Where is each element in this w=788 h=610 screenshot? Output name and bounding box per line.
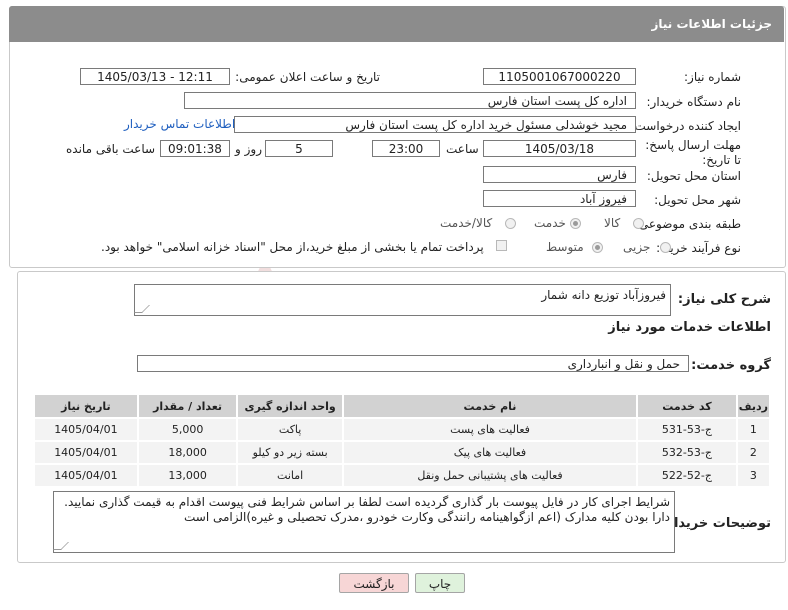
col-need-date: تاریخ نیاز <box>35 395 137 417</box>
service-group-label: گروه خدمت: <box>691 358 771 373</box>
category-option-goods: کالا <box>604 216 621 230</box>
announce-label: تاریخ و ساعت اعلان عمومی: <box>235 70 380 84</box>
table-row: 2 ج-53-532 فعالیت های پیک بسته زیر دو کی… <box>35 442 769 463</box>
category-radio-service[interactable] <box>570 218 581 229</box>
buyer-org-field: اداره کل پست استان فارس <box>184 92 636 109</box>
category-option-goods-service: کالا/خدمت <box>440 216 493 230</box>
buyer-org-label: نام دستگاه خریدار: <box>646 95 742 109</box>
cell-quantity: 13,000 <box>138 465 237 486</box>
category-option-service: خدمت <box>534 216 566 230</box>
announce-field: 1405/03/13 - 12:11 <box>80 68 230 85</box>
province-field: فارس <box>483 166 636 183</box>
deadline-date-field: 1405/03/18 <box>483 140 636 157</box>
province-label: استان محل تحویل: <box>646 169 741 183</box>
need-number-field: 1105001067000220 <box>483 68 636 85</box>
back-button[interactable]: بازگشت <box>339 573 409 593</box>
cell-unit: بسته زیر دو کیلو <box>238 442 342 463</box>
cell-service-code: ج-52-522 <box>638 465 736 486</box>
col-service-code: کد خدمت <box>638 395 736 417</box>
panel-title: جزئیات اطلاعات نیاز <box>651 17 772 31</box>
cell-unit: امانت <box>238 465 342 486</box>
col-service-name: نام خدمت <box>343 395 637 417</box>
services-section-title: اطلاعات خدمات مورد نیاز <box>608 320 771 335</box>
service-group-field: حمل و نقل و انبارداری <box>137 355 689 372</box>
print-button[interactable]: چاپ <box>415 573 465 593</box>
services-table: ردیف کد خدمت نام خدمت واحد اندازه گیری ت… <box>33 393 771 488</box>
category-label: طبقه بندی موضوعی: <box>634 217 741 231</box>
treasury-payment-checkbox[interactable] <box>496 240 507 251</box>
process-option-medium: متوسط <box>546 240 584 254</box>
remaining-label: ساعت باقی مانده <box>66 142 156 156</box>
city-field: فیروز آباد <box>483 190 636 207</box>
process-radio-medium[interactable] <box>592 242 603 253</box>
need-number-label: شماره نیاز: <box>684 70 741 84</box>
col-row-number: ردیف <box>737 395 769 417</box>
creator-field: مجید خوشدلی مسئول خرید اداره کل پست استا… <box>234 116 636 133</box>
cell-service-name: فعالیت های پیک <box>343 442 637 463</box>
treasury-payment-note: پرداخت تمام یا بخشی از مبلغ خرید،از محل … <box>101 240 484 254</box>
cell-service-name: فعالیت های پشتیبانی حمل ونقل <box>343 465 637 486</box>
city-label: شهر محل تحویل: <box>654 193 741 207</box>
cell-unit: پاکت <box>238 419 342 440</box>
cell-quantity: 18,000 <box>138 442 237 463</box>
cell-need-date: 1405/04/01 <box>35 442 137 463</box>
days-field: 5 <box>265 140 333 157</box>
buyer-contact-link[interactable]: اطلاعات تماس خریدار <box>124 117 235 131</box>
cell-need-date: 1405/04/01 <box>35 419 137 440</box>
cell-row-number: 1 <box>737 419 769 440</box>
remaining-time-field: 09:01:38 <box>160 140 230 157</box>
process-radio-minor[interactable] <box>660 242 671 253</box>
deadline-time-field: 23:00 <box>372 140 440 157</box>
deadline-time-label: ساعت <box>446 142 479 156</box>
cell-row-number: 2 <box>737 442 769 463</box>
process-option-minor: جزیی <box>623 240 651 254</box>
category-radio-goods-service[interactable] <box>505 218 516 229</box>
summary-label: شرح کلی نیاز: <box>677 292 771 307</box>
days-label: روز و <box>235 142 262 156</box>
cell-row-number: 3 <box>737 465 769 486</box>
cell-quantity: 5,000 <box>138 419 237 440</box>
cell-service-code: ج-53-531 <box>638 419 736 440</box>
summary-field: فیروزآباد توزیع دانه شمار <box>134 284 671 316</box>
table-header-row: ردیف کد خدمت نام خدمت واحد اندازه گیری ت… <box>35 395 769 417</box>
cell-service-code: ج-53-532 <box>638 442 736 463</box>
table-row: 3 ج-52-522 فعالیت های پشتیبانی حمل ونقل … <box>35 465 769 486</box>
col-quantity: تعداد / مقدار <box>138 395 237 417</box>
table-row: 1 ج-53-531 فعالیت های پست پاکت 5,000 140… <box>35 419 769 440</box>
buyer-notes-field: شرایط اجرای کار در فایل پیوست بار گذاری … <box>53 491 675 553</box>
col-unit: واحد اندازه گیری <box>238 395 342 417</box>
deadline-label: مهلت ارسال پاسخ: تا تاریخ: <box>645 138 741 167</box>
category-radio-goods[interactable] <box>633 218 644 229</box>
buyer-notes-label: توضیحات خریدار: <box>661 516 771 531</box>
panel-header: جزئیات اطلاعات نیاز <box>9 6 784 42</box>
cell-service-name: فعالیت های پست <box>343 419 637 440</box>
creator-label: ایجاد کننده درخواست: <box>630 119 741 133</box>
cell-need-date: 1405/04/01 <box>35 465 137 486</box>
